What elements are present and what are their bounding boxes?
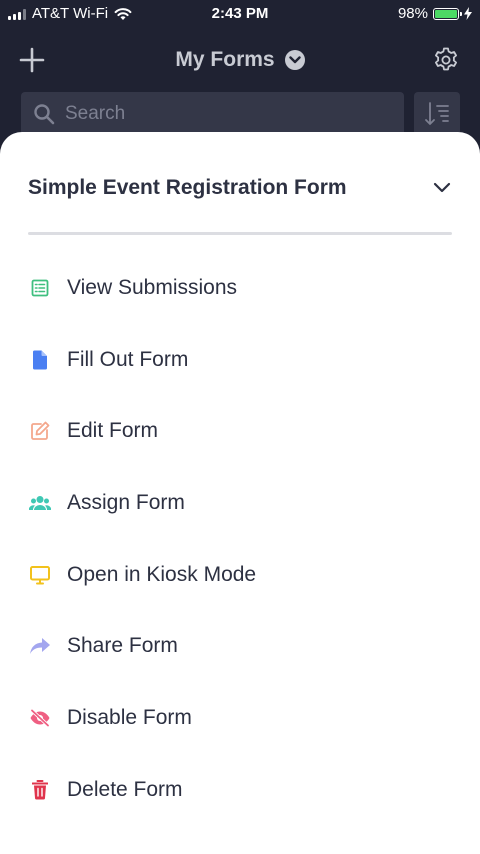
sort-icon xyxy=(425,102,449,125)
menu-item-label: Disable Form xyxy=(67,705,192,729)
search-icon xyxy=(34,104,55,125)
forms-title-dropdown[interactable]: My Forms xyxy=(0,48,480,72)
page-title: My Forms xyxy=(175,48,275,71)
battery-icon xyxy=(433,7,462,20)
screen: AT&T Wi-Fi 2:43 PM 98% My Forms Search S… xyxy=(0,0,480,854)
menu-item-label: Assign Form xyxy=(67,490,185,514)
menu-item-label: View Submissions xyxy=(67,275,238,299)
disable-form-item[interactable]: Disable Form xyxy=(0,682,480,754)
kiosk-mode-item[interactable]: Open in Kiosk Mode xyxy=(0,539,480,611)
users-icon xyxy=(29,492,51,514)
delete-form-item[interactable]: Delete Form xyxy=(0,754,480,826)
sheet-header[interactable]: Simple Event Registration Form xyxy=(28,172,452,206)
share-form-item[interactable]: Share Form xyxy=(0,610,480,682)
sort-button[interactable] xyxy=(414,92,460,136)
menu-item-label: Edit Form xyxy=(67,419,159,443)
trash-icon xyxy=(29,779,51,801)
menu-item-label: Share Form xyxy=(67,634,178,658)
view-submissions-item[interactable]: View Submissions xyxy=(0,252,480,324)
edit-icon xyxy=(29,420,51,442)
monitor-icon xyxy=(29,564,51,586)
status-bar: AT&T Wi-Fi 2:43 PM 98% xyxy=(0,0,480,28)
document-icon xyxy=(29,349,51,371)
menu-item-label: Delete Form xyxy=(67,777,183,801)
charging-bolt-icon xyxy=(464,7,472,20)
chevron-down-icon[interactable] xyxy=(432,178,452,198)
divider xyxy=(28,232,452,235)
menu-item-label: Open in Kiosk Mode xyxy=(67,562,257,586)
app-header: My Forms xyxy=(0,28,480,92)
chevron-down-icon xyxy=(284,50,305,70)
edit-form-item[interactable]: Edit Form xyxy=(0,395,480,467)
menu-item-label: Fill Out Form xyxy=(67,347,189,371)
form-title: Simple Event Registration Form xyxy=(28,176,347,199)
form-actions-sheet: Simple Event Registration Form View Subm… xyxy=(0,132,480,854)
search-input[interactable] xyxy=(63,102,367,126)
assign-form-item[interactable]: Assign Form xyxy=(0,467,480,539)
fill-out-form-item[interactable]: Fill Out Form xyxy=(0,324,480,396)
status-right: 98% xyxy=(398,5,472,22)
actions-menu: View Submissions Fill Out Form Edit Form… xyxy=(0,252,480,826)
eye-off-icon xyxy=(29,707,51,729)
search-box[interactable] xyxy=(21,92,404,136)
settings-gear-icon[interactable] xyxy=(432,46,460,74)
battery-percent: 98% xyxy=(397,5,428,22)
battery-fill xyxy=(435,9,457,18)
share-arrow-icon xyxy=(29,635,51,657)
list-icon xyxy=(29,277,51,299)
